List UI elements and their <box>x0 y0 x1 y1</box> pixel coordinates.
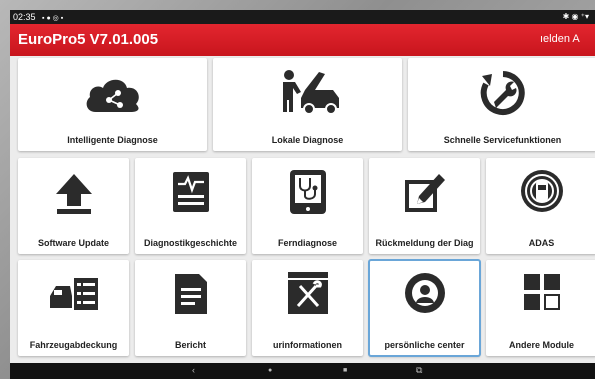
tablet-screen: 02:35 ▪ ● ◎ ▪ ✱ ◉ ⁺▾ EuroPro5 V7.01.005 … <box>10 10 595 379</box>
personal-center-icon <box>369 272 480 314</box>
screenshot-icon[interactable]: ⧉ <box>416 365 422 376</box>
tile-label: Bericht <box>174 340 206 350</box>
tile-label: Lokale Diagnose <box>271 135 344 145</box>
tile-intelligente-diagnose[interactable]: Intelligente Diagnose <box>18 58 207 151</box>
tile-label: urinformationen <box>273 340 342 350</box>
tile-rueckmeldung[interactable]: Rückmeldung der Diag <box>369 158 480 254</box>
tile-adas[interactable]: ADAS <box>486 158 595 254</box>
tile-ferndiagnose[interactable]: Ferndiagnose <box>252 158 363 254</box>
system-nav-bar: ‹ ● ■ ⧉ <box>10 363 595 379</box>
remote-diagnosis-icon <box>252 168 363 216</box>
mechanic-car-icon <box>213 68 402 114</box>
recents-icon[interactable]: ■ <box>343 367 347 374</box>
tile-schnelle-servicefunktionen[interactable]: Schnelle Servicefunktionen <box>408 58 595 151</box>
header-menu-text[interactable]: ıelden A <box>540 33 580 45</box>
home-icon[interactable]: ● <box>268 367 272 374</box>
tile-software-update[interactable]: Software Update <box>18 158 129 254</box>
tile-label: Rückmeldung der Diag <box>375 238 474 248</box>
tile-label: Diagnostikgeschichte <box>143 238 238 248</box>
service-wrench-icon <box>408 70 595 116</box>
tile-andere-module[interactable]: Andere Module <box>486 260 595 356</box>
tile-label: Fahrzeugabdeckung <box>29 340 118 350</box>
tile-diagnostikgeschichte[interactable]: Diagnostikgeschichte <box>135 158 246 254</box>
feedback-pencil-icon <box>369 170 480 214</box>
repair-info-icon <box>252 270 363 316</box>
diagnostic-history-icon <box>135 170 246 214</box>
tile-label: Andere Module <box>508 340 574 350</box>
other-modules-icon <box>486 272 595 312</box>
cloud-share-icon <box>18 74 207 114</box>
tile-label: persönliche center <box>384 340 465 350</box>
tile-reparaturinformationen[interactable]: urinformationen <box>252 260 363 356</box>
tile-lokale-diagnose[interactable]: Lokale Diagnose <box>213 58 402 151</box>
tile-label: Intelligente Diagnose <box>67 135 158 145</box>
adas-icon <box>486 168 595 214</box>
status-bar: 02:35 ▪ ● ◎ ▪ ✱ ◉ ⁺▾ <box>10 10 595 24</box>
tile-label: Ferndiagnose <box>277 238 337 248</box>
upload-icon <box>18 172 129 216</box>
tile-label: Software Update <box>37 238 109 248</box>
tile-label: Schnelle Servicefunktionen <box>443 135 562 145</box>
app-header: EuroPro5 V7.01.005 ıelden A <box>10 24 595 56</box>
vehicle-coverage-icon <box>18 274 129 314</box>
status-time: 02:35 <box>13 12 36 22</box>
back-icon[interactable]: ‹ <box>192 365 195 375</box>
report-icon <box>135 272 246 316</box>
status-left-icons: ▪ ● ◎ ▪ <box>42 15 64 22</box>
tile-bericht[interactable]: Bericht <box>135 260 246 356</box>
status-right-icons: ✱ ◉ ⁺▾ <box>562 12 589 21</box>
app-title: EuroPro5 V7.01.005 <box>18 31 159 48</box>
tile-persoenliche-center[interactable]: persönliche center <box>368 259 481 357</box>
tile-fahrzeugabdeckung[interactable]: Fahrzeugabdeckung <box>18 260 129 356</box>
tile-label: ADAS <box>528 238 555 248</box>
